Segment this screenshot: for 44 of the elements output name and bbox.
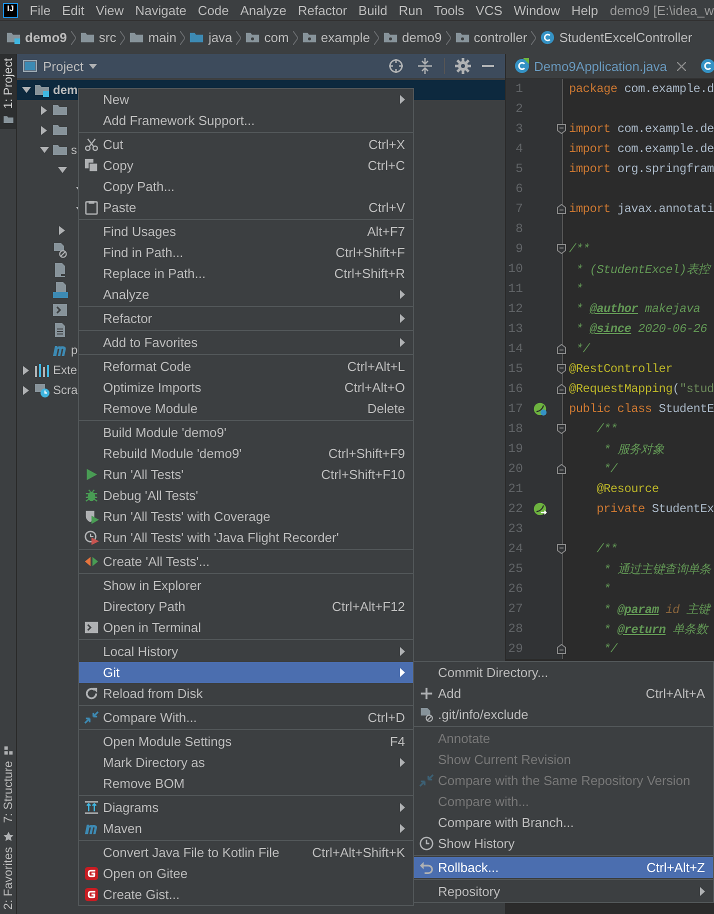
code-line: */ xyxy=(574,342,592,356)
code-line: private StudentEx xyxy=(596,502,714,516)
code-line: /** xyxy=(596,422,618,436)
app-logo: IJ xyxy=(3,2,18,18)
shortcut-text: Ctrl+Alt+O xyxy=(344,380,405,395)
code-line: /** xyxy=(568,242,591,256)
code-line: @RequestMapping("stud xyxy=(568,382,714,396)
shortcut-text: Ctrl+Shift+F xyxy=(336,245,405,260)
code-line: @Resource xyxy=(596,482,660,496)
code-line: * @since 2020-06-26 xyxy=(574,322,708,336)
window-title: demo9 [E:\idea_w xyxy=(610,2,714,18)
code-line: */ xyxy=(602,642,619,656)
shortcut-text: Ctrl+Alt+F12 xyxy=(332,599,405,614)
shortcut-text: Ctrl+C xyxy=(368,158,405,173)
shortcut-text: Ctrl+Shift+R xyxy=(334,266,405,281)
shortcut-text: Ctrl+V xyxy=(368,200,405,215)
code-line: * @param id 主键 xyxy=(602,602,712,618)
shortcut-text: Ctrl+Alt+L xyxy=(347,359,405,374)
code-line: * (StudentExcel)表控 xyxy=(574,262,712,278)
shortcut-text: Ctrl+Shift+F10 xyxy=(321,467,405,482)
code-line: * 服务对象 xyxy=(602,442,666,458)
code-line: import com.example.de xyxy=(568,122,714,136)
code-line: */ xyxy=(602,462,619,476)
code-line: * @return 单条数 xyxy=(602,622,710,638)
code-line: * xyxy=(602,582,612,596)
code-line: import com.example.de xyxy=(568,142,714,156)
shortcut-text: Ctrl+Shift+F9 xyxy=(328,446,405,461)
code-line: * 通过主键查询单条 xyxy=(602,562,712,578)
shortcut-text: Alt+F7 xyxy=(367,224,405,239)
code-line: public class StudentE xyxy=(568,402,714,416)
code-line: /** xyxy=(596,542,618,556)
shortcut-text: Ctrl+D xyxy=(368,710,405,725)
shortcut-text: Ctrl+X xyxy=(368,137,405,152)
shortcut-text: Ctrl+Alt+A xyxy=(646,686,705,701)
code-line: import javax.annotati xyxy=(568,202,714,216)
shortcut-text: Ctrl+Alt+Shift+K xyxy=(312,845,405,860)
code-line: import org.springfram xyxy=(568,162,714,176)
code-line: * xyxy=(574,282,584,296)
code-line: * @author makejava xyxy=(574,302,702,316)
code-line: package com.example.d xyxy=(568,82,714,96)
code-line: @RestController xyxy=(568,362,674,376)
shortcut-text: Delete xyxy=(367,401,405,416)
shortcut-text: Ctrl+Alt+Z xyxy=(646,860,705,875)
shortcut-text: F4 xyxy=(390,734,405,749)
